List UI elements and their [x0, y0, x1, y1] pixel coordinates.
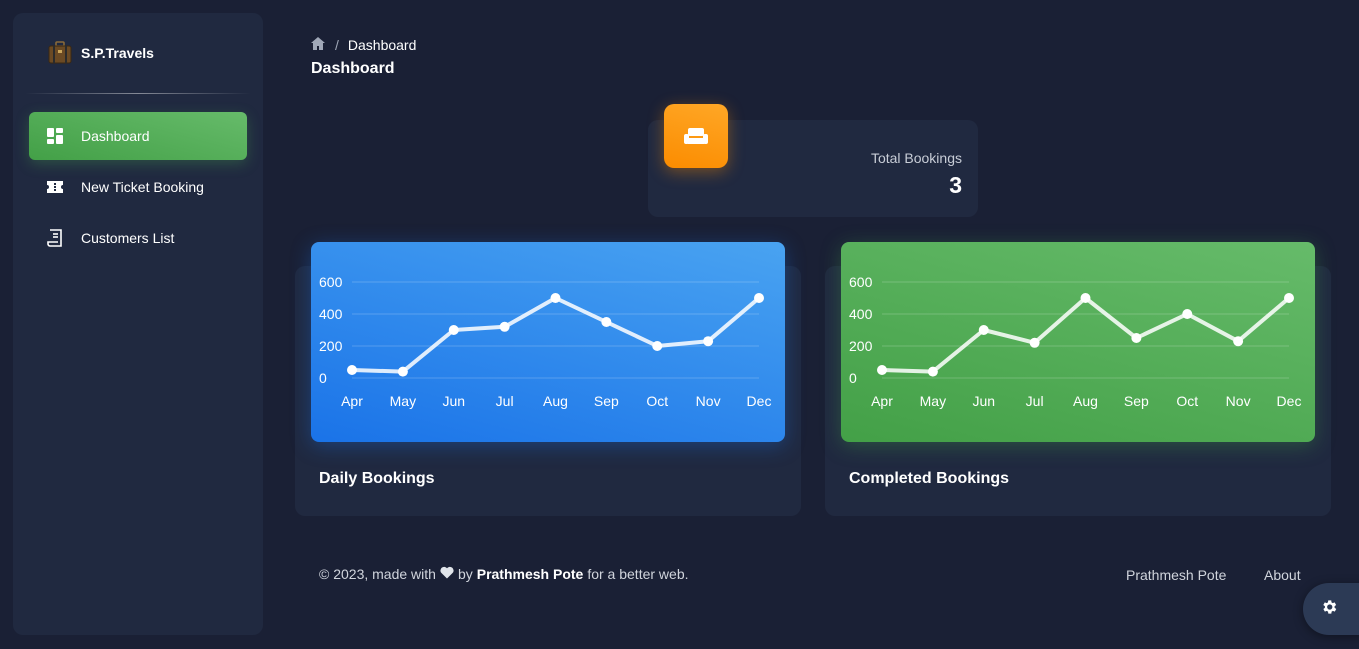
footer-prefix: © 2023, made with [319, 566, 436, 582]
data-point [1131, 333, 1142, 343]
data-point [448, 325, 459, 335]
y-tick-label: 0 [849, 370, 857, 386]
footer-link-about[interactable]: About [1264, 567, 1301, 583]
series-line [350, 296, 761, 374]
gear-icon [1320, 598, 1338, 621]
sidebar-nav: Dashboard New Ticket Booking Customers L… [13, 112, 263, 262]
data-point [703, 336, 714, 347]
data-point [1080, 293, 1091, 303]
briefcase-logo-icon [47, 40, 73, 66]
weekend-icon [664, 104, 728, 168]
dashboard-icon [46, 127, 64, 145]
series-line [880, 296, 1291, 374]
sidebar: S.P.Travels Dashboard New Ticket Booking… [13, 13, 263, 635]
completed-bookings-chart: 0 200 400 600 Apr May Jun Jul Aug Sep Oct Nov Dec [841, 242, 1315, 442]
x-tick-label: May [920, 393, 946, 409]
data-point [499, 321, 510, 332]
footer-link-prathmesh-pote[interactable]: Prathmesh Pote [1126, 567, 1226, 583]
stat-label: Total Bookings [870, 150, 962, 166]
daily-bookings-card: 0 200 400 600 Apr May Jun Jul Aug Sep Oct Nov Dec Da… [295, 242, 801, 516]
heart-icon [440, 566, 454, 582]
x-tick-label: Dec [747, 393, 772, 409]
footer-copyright: © 2023, made with by Prathmesh Pote for … [319, 566, 689, 582]
data-point [550, 293, 561, 303]
y-tick-label: 200 [319, 338, 343, 354]
data-point [397, 366, 408, 377]
breadcrumb: / Dashboard [311, 37, 416, 53]
ticket-icon [46, 178, 64, 196]
sidebar-item-label: New Ticket Booking [81, 179, 204, 195]
x-tick-label: May [390, 393, 416, 409]
total-bookings-card: Total Bookings 3 [648, 104, 978, 217]
x-tick-label: Jul [1026, 393, 1044, 409]
page-title: Dashboard [311, 60, 395, 77]
y-tick-label: 200 [849, 338, 873, 354]
x-tick-label: Dec [1277, 393, 1302, 409]
x-tick-label: Apr [341, 393, 363, 409]
sidebar-item-new-ticket-booking[interactable]: New Ticket Booking [29, 163, 247, 211]
x-tick-label: Aug [543, 393, 568, 409]
x-tick-label: Aug [1073, 393, 1098, 409]
x-tick-label: Sep [594, 393, 619, 409]
y-tick-label: 600 [849, 274, 873, 290]
sidebar-item-label: Dashboard [81, 128, 150, 144]
data-point [1233, 336, 1244, 347]
daily-bookings-chart: 0 200 400 600 Apr May Jun Jul Aug Sep Oct Nov Dec [311, 242, 785, 442]
data-point [1284, 293, 1294, 303]
settings-button[interactable] [1303, 583, 1359, 635]
x-tick-label: Oct [1176, 393, 1198, 409]
x-tick-label: Jun [442, 393, 465, 409]
data-point [652, 341, 663, 351]
data-point [877, 365, 887, 375]
footer-author-link[interactable]: Prathmesh Pote [477, 566, 584, 582]
chart-title: Daily Bookings [319, 470, 435, 487]
brand-name: S.P.Travels [81, 45, 154, 61]
brand[interactable]: S.P.Travels [13, 13, 263, 93]
data-point [601, 317, 612, 327]
chart-title: Completed Bookings [849, 470, 1010, 487]
completed-bookings-chart-svg: 0 200 400 600 Apr May Jun Jul Aug Sep Oct Nov Dec [849, 274, 1302, 409]
footer-suffix: for a better web. [587, 566, 689, 582]
data-point [1182, 309, 1193, 319]
receipt-icon [46, 229, 64, 247]
y-tick-label: 600 [319, 274, 343, 290]
data-point [1029, 337, 1040, 348]
completed-bookings-card: 0 200 400 600 Apr May Jun Jul Aug Sep Oct Nov Dec Co… [825, 242, 1331, 516]
sidebar-item-dashboard[interactable]: Dashboard [29, 112, 247, 160]
x-tick-label: Jul [496, 393, 514, 409]
data-point [754, 293, 764, 303]
breadcrumb-separator: / [335, 37, 339, 53]
y-tick-label: 0 [319, 370, 327, 386]
x-tick-label: Nov [1226, 393, 1251, 409]
x-tick-label: Apr [871, 393, 893, 409]
x-tick-label: Nov [696, 393, 721, 409]
footer-by: by [457, 566, 473, 582]
y-tick-label: 400 [849, 306, 873, 322]
x-tick-label: Oct [646, 393, 668, 409]
y-tick-label: 400 [319, 306, 343, 322]
stat-value: 3 [949, 172, 962, 198]
sidebar-item-label: Customers List [81, 230, 175, 246]
data-point [927, 366, 938, 377]
home-icon[interactable] [311, 37, 325, 53]
sidebar-divider [25, 93, 251, 94]
data-point [978, 325, 989, 335]
daily-bookings-chart-svg: 0 200 400 600 Apr May Jun Jul Aug Sep Oct Nov Dec [319, 274, 772, 409]
x-tick-label: Jun [972, 393, 995, 409]
sidebar-item-customers-list[interactable]: Customers List [29, 214, 247, 262]
data-point [347, 365, 357, 375]
x-tick-label: Sep [1124, 393, 1149, 409]
breadcrumb-current: Dashboard [347, 37, 417, 53]
